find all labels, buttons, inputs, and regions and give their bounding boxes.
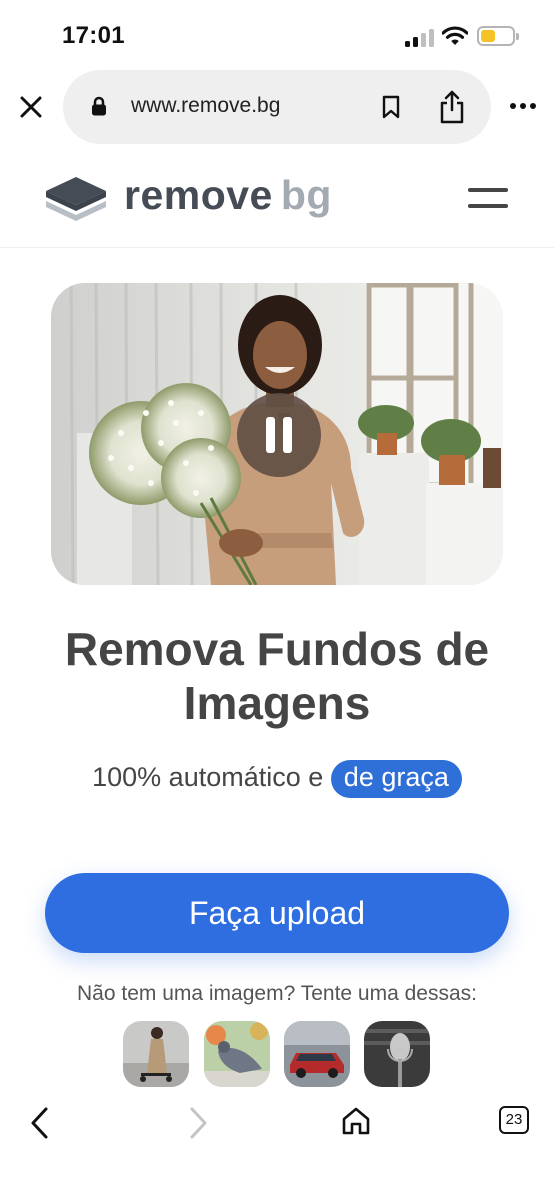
- battery-icon: [477, 26, 519, 46]
- lock-icon: [92, 96, 106, 116]
- sample-thumb-pigeon[interactable]: [204, 1021, 270, 1087]
- pause-icon: [266, 417, 275, 453]
- page-title: Remova Fundos de Imagens: [64, 623, 490, 729]
- logo-text-bg: bg: [280, 172, 332, 218]
- close-icon[interactable]: [18, 94, 44, 120]
- status-time: 17:01: [62, 22, 125, 49]
- sample-prompt: Não tem uma imagem? Tente uma dessas:: [77, 982, 477, 1005]
- site-header: remove bg: [0, 150, 554, 248]
- subtitle: 100% automático e de graça: [0, 760, 554, 798]
- status-bar: 17:01: [0, 0, 554, 62]
- subtitle-text: 100% automático e: [92, 762, 324, 792]
- logo-icon[interactable]: [44, 175, 108, 221]
- bookmark-icon[interactable]: [381, 95, 401, 119]
- logo-text-remove: remove: [124, 172, 273, 218]
- browser-toolbar: www.remove.bg: [0, 70, 554, 144]
- hero-video[interactable]: [51, 283, 503, 585]
- url-text: www.remove.bg: [131, 94, 281, 117]
- logo-wordmark[interactable]: remove bg: [124, 172, 332, 219]
- tabs-icon[interactable]: 23: [499, 1106, 529, 1134]
- address-bar[interactable]: www.remove.bg: [63, 70, 491, 144]
- cellular-signal-icon: [405, 29, 435, 47]
- sample-thumb-car[interactable]: [284, 1021, 350, 1087]
- browser-bottom-bar: 23: [0, 1088, 554, 1200]
- more-icon[interactable]: [510, 103, 536, 111]
- forward-icon[interactable]: [186, 1106, 210, 1140]
- sample-thumb-person[interactable]: [123, 1021, 189, 1087]
- sample-thumb-microphone[interactable]: [364, 1021, 430, 1087]
- free-badge: de graça: [330, 760, 462, 798]
- back-icon[interactable]: [28, 1106, 52, 1140]
- pause-button[interactable]: [237, 393, 321, 477]
- menu-icon[interactable]: [468, 186, 508, 210]
- share-icon[interactable]: [438, 90, 466, 124]
- upload-button[interactable]: Faça upload: [45, 873, 509, 953]
- wifi-icon: [442, 26, 468, 45]
- home-icon[interactable]: [341, 1106, 371, 1136]
